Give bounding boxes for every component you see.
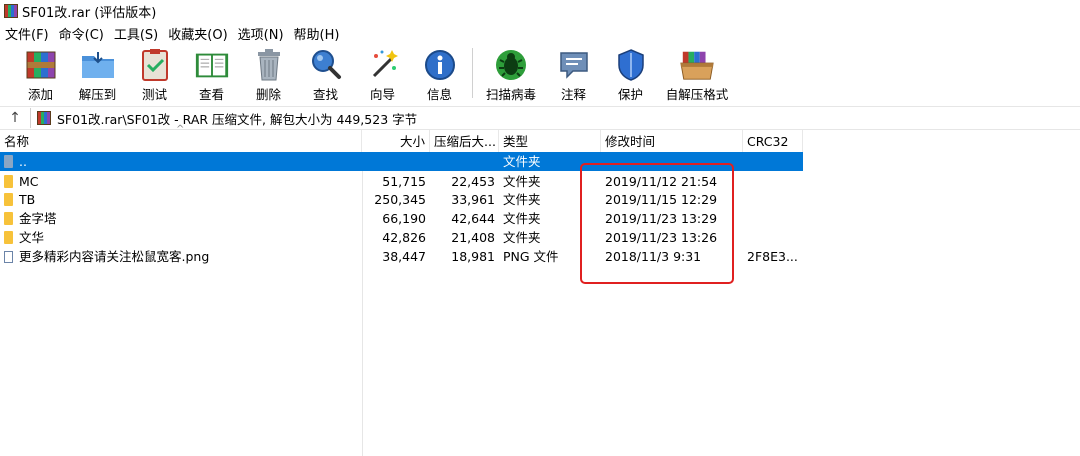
menu-commands[interactable]: 命令(C) [54, 24, 109, 43]
menu-options[interactable]: 选项(N) [233, 24, 289, 43]
test-label: 测试 [141, 87, 167, 102]
delete-button[interactable]: 删除 [242, 44, 295, 102]
folder-icon [4, 175, 13, 188]
file-name-cell: TB [4, 190, 35, 209]
file-name-cell: MC [4, 172, 39, 191]
view-book-icon [194, 48, 230, 82]
info-button[interactable]: 信息 [413, 44, 466, 102]
file-packed-cell [430, 152, 495, 171]
column-name-label: 名称 [4, 134, 30, 149]
menu-help[interactable]: 帮助(H) [289, 24, 345, 43]
file-name: 金字塔 [19, 211, 57, 226]
file-type-cell: 文件夹 [503, 230, 541, 245]
winrar-app-icon [4, 4, 18, 18]
toolbar-separator [472, 48, 473, 98]
file-type-cell: 文件夹 [503, 174, 541, 189]
sfx-button[interactable]: 自解压格式 [661, 44, 733, 102]
file-packed-cell: 42,644 [451, 211, 495, 226]
column-packed[interactable]: 压缩后大... [430, 130, 499, 152]
comment-button[interactable]: 注释 [547, 44, 600, 102]
up-arrow-icon[interactable]: ↑ [0, 110, 30, 126]
add-archive-icon [23, 48, 59, 82]
sfx-label: 自解压格式 [665, 87, 729, 102]
info-label: 信息 [426, 87, 452, 102]
file-name: 文华 [19, 230, 45, 245]
file-size-cell: 42,826 [382, 230, 426, 245]
file-name-cell: 金字塔 [4, 209, 57, 228]
add-label: 添加 [27, 87, 53, 102]
protect-button[interactable]: 保护 [604, 44, 657, 102]
find-label: 查找 [312, 87, 338, 102]
file-name: .. [19, 154, 27, 169]
sort-ascending-icon: ^ [176, 124, 185, 135]
shield-icon [613, 48, 649, 82]
file-size-cell: 250,345 [374, 192, 426, 207]
file-size-cell [362, 152, 426, 171]
file-size-cell: 51,715 [382, 174, 426, 189]
file-name-cell: 文华 [4, 228, 44, 247]
comment-icon [556, 48, 592, 82]
parent-folder-icon [4, 155, 13, 168]
title-bar: SF01改.rar (评估版本) [0, 0, 1080, 22]
folder-icon [4, 231, 13, 244]
menu-favorites[interactable]: 收藏夹(O) [163, 24, 232, 43]
file-crc-cell: 2F8E3... [747, 249, 798, 264]
file-packed-cell: 33,961 [451, 192, 495, 207]
comment-label: 注释 [560, 87, 586, 102]
magnifier-icon [308, 48, 344, 82]
column-header: 名称 ^ 大小 压缩后大... 类型 修改时间 CRC32 [0, 124, 1080, 152]
folder-icon [4, 193, 13, 206]
virus-scan-label: 扫描病毒 [485, 87, 536, 102]
menu-file[interactable]: 文件(F) [0, 24, 54, 43]
wizard-label: 向导 [369, 87, 395, 102]
file-name: MC [19, 174, 39, 189]
virus-scan-button[interactable]: 扫描病毒 [479, 44, 543, 102]
view-button[interactable]: 查看 [185, 44, 238, 102]
image-file-icon [4, 251, 13, 263]
virus-scan-icon [493, 48, 529, 82]
file-type-cell: 文件夹 [503, 192, 541, 207]
file-type-cell: 文件夹 [503, 211, 541, 226]
column-crc[interactable]: CRC32 [743, 130, 803, 152]
path-text: SF01改.rar\SF01改 - RAR 压缩文件, 解包大小为 449,52… [57, 111, 418, 127]
file-name-cell: .. [4, 152, 27, 171]
wizard-wand-icon [365, 48, 401, 82]
sfx-box-icon [679, 48, 715, 82]
file-type-cell: 文件夹 [503, 154, 541, 169]
test-button[interactable]: 测试 [128, 44, 181, 102]
column-type[interactable]: 类型 [499, 130, 601, 152]
toolbar: 添加 解压到 测试 查看 删除 查找 向导 信息 扫描病毒 注释 保护 自解压格… [0, 44, 1080, 104]
file-name: TB [19, 192, 36, 207]
extract-to-button[interactable]: 解压到 [71, 44, 124, 102]
folder-icon [4, 212, 13, 225]
archive-icon [37, 111, 51, 125]
view-label: 查看 [198, 87, 224, 102]
file-name: 更多精彩内容请关注松鼠宽客.png [19, 249, 210, 264]
info-icon [422, 48, 458, 82]
annotation-highlight-box [580, 163, 734, 284]
window-title: SF01改.rar (评估版本) [22, 5, 157, 21]
path-field[interactable]: SF01改.rar\SF01改 - RAR 压缩文件, 解包大小为 449,52… [30, 108, 1080, 128]
extract-to-label: 解压到 [78, 87, 117, 102]
address-bar: ↑ SF01改.rar\SF01改 - RAR 压缩文件, 解包大小为 449,… [0, 106, 1080, 130]
column-size[interactable]: 大小 [362, 130, 430, 152]
file-size-cell: 66,190 [382, 211, 426, 226]
test-clipboard-icon [137, 48, 173, 82]
trash-icon [251, 48, 287, 82]
file-name-cell: 更多精彩内容请关注松鼠宽客.png [4, 247, 209, 266]
menu-bar: 文件(F) 命令(C) 工具(S) 收藏夹(O) 选项(N) 帮助(H) [0, 23, 344, 43]
menu-tools[interactable]: 工具(S) [109, 24, 163, 43]
add-button[interactable]: 添加 [14, 44, 67, 102]
file-type-cell: PNG 文件 [503, 249, 559, 264]
file-packed-cell: 21,408 [451, 230, 495, 245]
file-size-cell: 38,447 [382, 249, 426, 264]
wizard-button[interactable]: 向导 [356, 44, 409, 102]
find-button[interactable]: 查找 [299, 44, 352, 102]
file-packed-cell: 18,981 [451, 249, 495, 264]
column-modified[interactable]: 修改时间 [601, 130, 743, 152]
delete-label: 删除 [255, 87, 281, 102]
protect-label: 保护 [617, 87, 643, 102]
extract-to-folder-icon [80, 48, 116, 82]
file-packed-cell: 22,453 [451, 174, 495, 189]
